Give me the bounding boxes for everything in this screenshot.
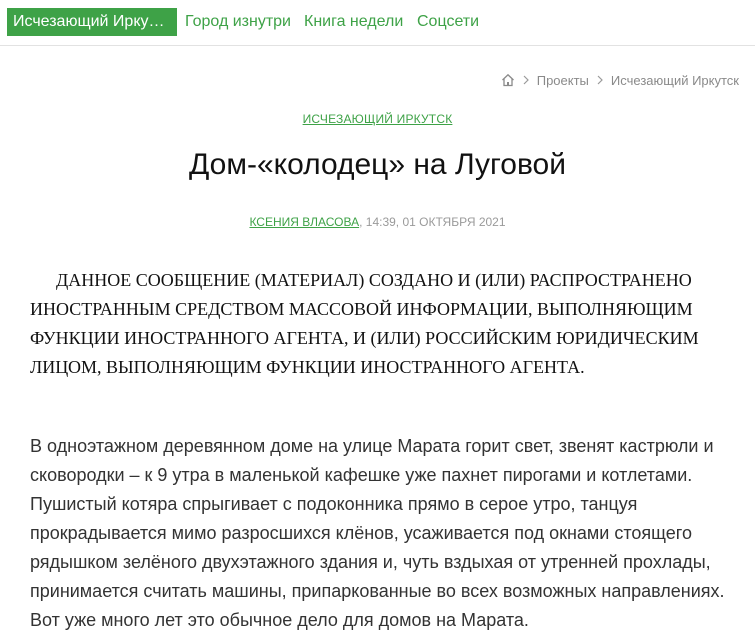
top-navigation: Исчезающий Ирку… Город изнутри Книга нед… <box>0 0 755 46</box>
breadcrumb-item-projects[interactable]: Проекты <box>537 73 589 88</box>
publish-datetime: , 14:39, 01 ОКТЯБРЯ 2021 <box>359 215 506 229</box>
article-category: ИСЧЕЗАЮЩИЙ ИРКУТСК <box>0 112 755 126</box>
home-icon[interactable] <box>501 73 515 87</box>
breadcrumb: Проекты Исчезающий Иркутск <box>501 70 739 90</box>
article-meta: КСЕНИЯ ВЛАСОВА, 14:39, 01 ОКТЯБРЯ 2021 <box>0 215 755 229</box>
author-link[interactable]: КСЕНИЯ ВЛАСОВА <box>249 215 359 229</box>
foreign-agent-disclaimer: ДАННОЕ СООБЩЕНИЕ (МАТЕРИАЛ) СОЗДАНО И (И… <box>30 270 699 377</box>
nav-item-city-inside[interactable]: Город изнутри <box>185 8 291 36</box>
category-link[interactable]: ИСЧЕЗАЮЩИЙ ИРКУТСК <box>303 112 453 126</box>
article-paragraph: В одноэтажном деревянном доме на улице М… <box>30 436 725 630</box>
chevron-right-icon <box>595 74 605 86</box>
breadcrumb-item-current[interactable]: Исчезающий Иркутск <box>611 73 739 88</box>
nav-item-disappearing-irkutsk[interactable]: Исчезающий Ирку… <box>7 8 177 36</box>
nav-item-social[interactable]: Соцсети <box>417 8 479 36</box>
chevron-right-icon <box>521 74 531 86</box>
nav-item-book-of-week[interactable]: Книга недели <box>304 8 403 36</box>
article-title: Дом-«колодец» на Луговой <box>188 148 566 181</box>
